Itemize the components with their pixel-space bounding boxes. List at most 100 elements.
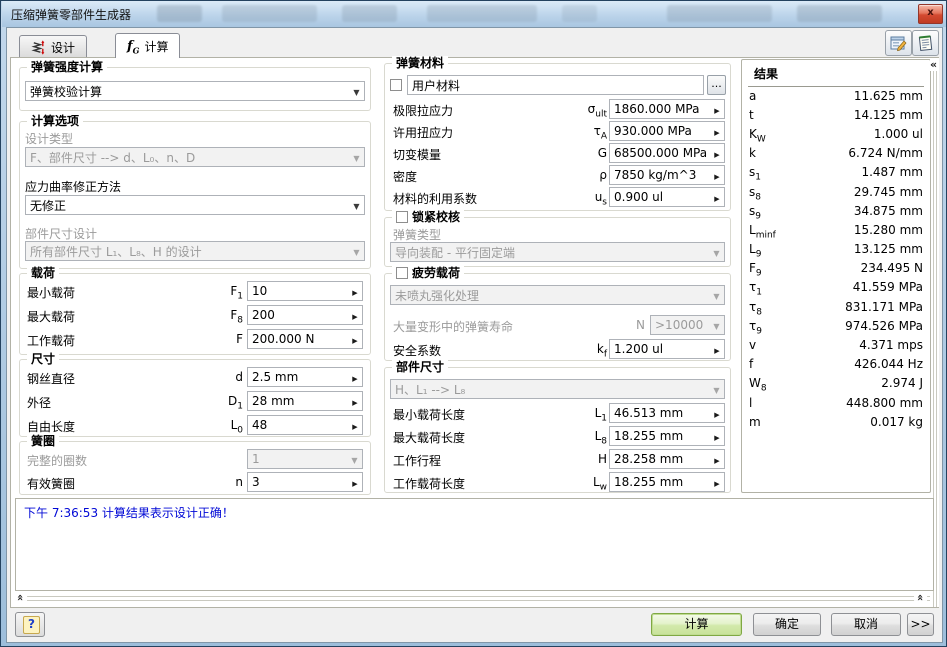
result-symbol: f (749, 357, 754, 372)
result-symbol: t (749, 107, 754, 122)
titlebar-background-artifact (427, 5, 537, 22)
user-material-checkbox[interactable] (390, 79, 402, 91)
more-button[interactable]: >> (907, 613, 934, 636)
material-browse-button[interactable]: ... (707, 75, 726, 95)
chevron-down-icon (709, 382, 724, 396)
ok-button[interactable]: 确定 (753, 613, 821, 636)
utilization-factor-field[interactable]: 0.900 ul (609, 187, 725, 207)
min-load-length-label: 最小载荷长度 (393, 408, 466, 422)
spinner-arrow-icon[interactable] (348, 418, 362, 432)
spring-life-combo: >10000 (650, 315, 725, 335)
spinner-arrow-icon[interactable] (710, 190, 724, 204)
spinner-arrow-icon[interactable] (348, 308, 362, 322)
dialog-options-button[interactable] (885, 30, 912, 56)
chevron-down-icon (347, 452, 362, 466)
collapse-left-icon[interactable]: « (930, 58, 938, 71)
spinner-arrow-icon[interactable] (348, 332, 362, 346)
wire-diameter-field[interactable]: 2.5 mm (247, 367, 363, 387)
calculate-button[interactable]: 计算 (651, 613, 742, 636)
allowable-torsion-field[interactable]: 930.000 MPa (609, 121, 725, 141)
help-icon: ? (23, 616, 40, 634)
spinner-arrow-icon[interactable] (710, 406, 724, 420)
free-length-symbol: L0 (230, 418, 243, 436)
working-load-length-field[interactable]: 18.255 mm (609, 472, 725, 492)
result-symbol: k (749, 146, 756, 161)
working-load-field[interactable]: 200.000 N (247, 329, 363, 349)
spinner-arrow-icon[interactable] (710, 452, 724, 466)
allowable-torsion-symbol: τA (593, 124, 607, 142)
active-coils-symbol: n (235, 475, 243, 489)
spinner-arrow-icon[interactable] (710, 102, 724, 116)
safety-factor-field[interactable]: 1.200 ul (609, 339, 725, 359)
spinner-arrow-icon[interactable] (710, 168, 724, 182)
chevron-down-icon (709, 318, 724, 332)
free-length-field[interactable]: 48 (247, 415, 363, 435)
result-symbol: a (749, 88, 757, 103)
close-button[interactable]: x (918, 4, 943, 24)
result-value: 1.000 ul (873, 126, 923, 141)
spinner-arrow-icon[interactable] (348, 475, 362, 489)
spinner-arrow-icon[interactable] (710, 429, 724, 443)
shear-modulus-field[interactable]: 68500.000 MPa (609, 143, 725, 163)
result-symbol: KW (749, 126, 766, 145)
active-coils-field[interactable]: 3 (247, 472, 363, 492)
result-row: τ1 41.559 MPa (749, 278, 923, 297)
result-row: a 11.625 mm (749, 86, 923, 105)
working-load-label: 工作载荷 (27, 334, 76, 348)
spinner-arrow-icon[interactable] (710, 475, 724, 489)
outer-diameter-field[interactable]: 28 mm (247, 391, 363, 411)
shear-modulus-label: 切变模量 (393, 148, 442, 162)
spring-icon (31, 39, 45, 55)
free-length-label: 自由长度 (27, 420, 76, 434)
help-button[interactable]: ? (15, 612, 45, 637)
message-panel: 下午 7:36:53 计算结果表示设计正确！ (15, 498, 934, 591)
spring-type-label: 弹簧类型 (393, 228, 442, 242)
working-stroke-field[interactable]: 28.258 mm (609, 449, 725, 469)
design-type-combo: F、部件尺寸 --> d、L₀、n、D (25, 147, 365, 167)
density-field[interactable]: 7850 kg/m^3 (609, 165, 725, 185)
tab-calculation[interactable]: fG 计算 (115, 33, 181, 58)
lock-check-checkbox[interactable] (396, 211, 408, 223)
working-stroke-symbol: H (597, 452, 607, 466)
result-value: 0.017 kg (870, 414, 923, 429)
message-collapse-splitter[interactable]: « « (14, 593, 930, 604)
result-value: 831.171 MPa (845, 299, 923, 314)
titlebar-background-artifact (157, 5, 202, 22)
results-list: a 11.625 mm t 14.125 mm KW 1.000 ul k 6.724 … (749, 86, 923, 431)
cancel-button[interactable]: 取消 (831, 613, 901, 636)
min-load-length-field[interactable]: 46.513 mm (609, 403, 725, 423)
strength-method-combo[interactable]: 弹簧校验计算 (25, 81, 365, 101)
spinner-arrow-icon[interactable] (710, 124, 724, 138)
group-fatigue-load-title: 疲劳载荷 (392, 266, 465, 280)
spinner-arrow-icon[interactable] (710, 342, 724, 356)
part-design-label: 部件尺寸设计 (25, 227, 98, 241)
result-row: f 426.044 Hz (749, 355, 923, 374)
spinner-arrow-icon[interactable] (348, 394, 362, 408)
fg-calculation-icon: fG (127, 38, 140, 56)
working-load-symbol: F (236, 332, 243, 346)
min-load-field[interactable]: 10 (247, 281, 363, 301)
spinner-arrow-icon[interactable] (710, 146, 724, 160)
max-load-length-field[interactable]: 18.255 mm (609, 426, 725, 446)
fatigue-load-checkbox[interactable] (396, 267, 408, 279)
correction-method-combo[interactable]: 无修正 (25, 195, 365, 215)
ultimate-stress-field[interactable]: 1860.000 MPa (609, 99, 725, 119)
spinner-arrow-icon[interactable] (348, 370, 362, 384)
close-icon: x (927, 7, 934, 18)
spring-life-symbol: N (636, 318, 645, 332)
status-message: 下午 7:36:53 计算结果表示设计正确！ (24, 506, 234, 520)
chevron-down-icon (349, 244, 364, 258)
tab-design[interactable]: 设计 (19, 35, 88, 58)
material-name-input[interactable] (407, 75, 704, 95)
active-coils-label: 有效簧圈 (27, 477, 76, 491)
collapse-up-icon[interactable]: « (14, 593, 28, 602)
max-load-field[interactable]: 200 (247, 305, 363, 325)
shot-peen-combo: 未喷丸强化处理 (390, 285, 725, 305)
spinner-arrow-icon[interactable] (348, 284, 362, 298)
collapse-up-icon[interactable]: « (914, 593, 928, 602)
result-row: m 0.017 kg (749, 412, 923, 431)
titlebar[interactable]: 压缩弹簧零部件生成器 x (2, 1, 946, 27)
notes-button[interactable] (912, 30, 939, 56)
notepad-icon (918, 34, 933, 51)
group-calc-options-title: 计算选项 (27, 114, 84, 128)
